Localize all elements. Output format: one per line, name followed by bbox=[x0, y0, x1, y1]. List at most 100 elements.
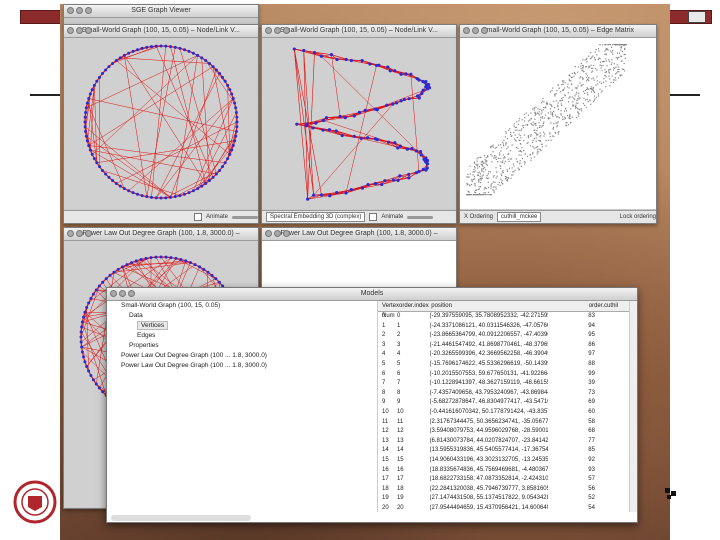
vertical-scrollbar[interactable] bbox=[629, 301, 637, 512]
tree-item[interactable]: Properties bbox=[107, 341, 275, 351]
table-row[interactable]: 8 8 (-7.4357409658, 43.7953240967, -43.869… bbox=[378, 389, 629, 399]
minimize-button[interactable] bbox=[76, 230, 83, 237]
table-row[interactable]: 15 15 (14.9060433196, 43.3023132705, -13.2… bbox=[378, 456, 629, 466]
matrix-cell bbox=[566, 122, 568, 124]
zoom-button[interactable] bbox=[85, 7, 92, 14]
tree-item[interactable]: Small-World Graph (100, 15, 0.05) bbox=[107, 301, 275, 311]
animate-checkbox[interactable] bbox=[193, 213, 202, 221]
table-row[interactable]: 18 18 (22.2841320038, 45.7946739777, 3.858… bbox=[378, 485, 629, 495]
table-row[interactable]: 14 14 (13.5955319836, 45.5405577414, -17.3… bbox=[378, 446, 629, 456]
close-button[interactable] bbox=[110, 290, 117, 297]
animate-label: Animate bbox=[205, 214, 228, 220]
window-titlebar[interactable]: Small-World Graph (100, 15, 0.05) – Node… bbox=[64, 25, 258, 38]
graph-vertex bbox=[114, 59, 118, 63]
minimize-button[interactable] bbox=[76, 7, 83, 14]
vertex-table[interactable]: Vertex Num order.index position order.cu… bbox=[377, 301, 629, 512]
tree-item[interactable]: Data bbox=[107, 311, 275, 321]
window-titlebar[interactable]: SGE Graph Viewer bbox=[64, 5, 258, 18]
table-row[interactable]: 11 11 (2.31767344475, 50.3656234741, -35.0… bbox=[378, 418, 629, 428]
window-titlebar[interactable]: Power Law Out Degree Graph (100, 1.8, 30… bbox=[64, 228, 258, 241]
table-row[interactable]: 10 10 (-0.441616070342, 50.1778791424, -43… bbox=[378, 408, 629, 418]
matrix-cell bbox=[532, 124, 534, 127]
close-button[interactable] bbox=[67, 7, 74, 14]
small-world-node-link-window[interactable]: Small-World Graph (100, 15, 0.05) – Node… bbox=[63, 24, 259, 224]
matrix-cell bbox=[570, 80, 572, 82]
table-row[interactable]: 17 17 (18.6822733158, 47.0873352814, -2.42… bbox=[378, 475, 629, 485]
minimize-button[interactable] bbox=[274, 27, 281, 34]
zoom-button[interactable] bbox=[481, 27, 488, 34]
close-button[interactable] bbox=[463, 27, 470, 34]
header-vertex-num[interactable]: Vertex Num bbox=[378, 301, 399, 319]
matrix-cell bbox=[583, 97, 585, 100]
matrix-cell bbox=[513, 171, 515, 173]
matrix-cell bbox=[562, 118, 564, 121]
matrix-canvas[interactable] bbox=[460, 38, 656, 209]
close-button[interactable] bbox=[67, 27, 74, 34]
matrix-cell bbox=[589, 100, 591, 102]
close-button[interactable] bbox=[67, 230, 74, 237]
table-row[interactable]: 12 12 (3.59408079753, 44.9596029768, -28.5… bbox=[378, 427, 629, 437]
zoom-slider[interactable] bbox=[407, 215, 434, 219]
minimize-button[interactable] bbox=[76, 27, 83, 34]
graph-vertex bbox=[88, 92, 92, 96]
models-window[interactable]: Models Small-World Graph (100, 15, 0.05)… bbox=[106, 287, 638, 523]
table-row[interactable]: 19 19 (27.1474431508, 55.1374517822, 9.054… bbox=[378, 494, 629, 504]
minimize-button[interactable] bbox=[274, 230, 281, 237]
model-tree[interactable]: Small-World Graph (100, 15, 0.05) Data Ver… bbox=[107, 301, 275, 512]
tree-item[interactable]: Power Law Out Degree Graph (100 ... 1.8,… bbox=[107, 351, 275, 361]
animate-checkbox[interactable] bbox=[369, 213, 378, 221]
zoom-button[interactable] bbox=[283, 230, 290, 237]
table-row[interactable]: 0 0 (-29.397559095, 35.7808952332, -42.271… bbox=[378, 312, 629, 322]
power-law-second-window[interactable]: Power Law Out Degree Graph (100, 1.8, 30… bbox=[261, 227, 457, 289]
graph-vertex bbox=[211, 65, 215, 69]
zoom-slider[interactable] bbox=[232, 215, 258, 219]
window-title: Small-World Graph (100, 15, 0.05) – Node… bbox=[280, 27, 438, 34]
graph-canvas[interactable] bbox=[64, 38, 258, 209]
tree-item[interactable]: Edges bbox=[107, 331, 275, 341]
tree-item[interactable]: Vertices bbox=[107, 321, 275, 331]
matrix-cell bbox=[542, 122, 544, 124]
graph-canvas[interactable] bbox=[262, 38, 456, 209]
window-titlebar[interactable]: Small-World Graph (100, 15, 0.05) – Node… bbox=[262, 25, 456, 38]
tree-item[interactable]: Power Law Out Degree Graph (100 ... 1.8,… bbox=[107, 361, 275, 371]
window-titlebar[interactable]: Models bbox=[107, 288, 637, 301]
graph-canvas[interactable] bbox=[262, 241, 456, 287]
window-titlebar[interactable]: Small-World Graph (100, 15, 0.05) – Edge… bbox=[460, 25, 656, 38]
table-row[interactable]: 1 1 (-24.3371086121, 40.0311546326, -47.05… bbox=[378, 322, 629, 332]
zoom-button[interactable] bbox=[85, 230, 92, 237]
table-row[interactable]: 3 3 (-21.4461547492, 41.8698770461, -48.37… bbox=[378, 341, 629, 351]
zoom-button[interactable] bbox=[283, 27, 290, 34]
matrix-cell bbox=[560, 110, 562, 112]
header-order-index[interactable]: order.index bbox=[399, 301, 431, 311]
table-row[interactable]: 4 4 (-20.3265599396, 42.3669562258, -46.39… bbox=[378, 350, 629, 360]
table-row[interactable]: 20 20 (27.9544494659, 15.4370956421, 14.60… bbox=[378, 504, 629, 512]
header-position[interactable]: position bbox=[431, 301, 548, 311]
matrix-cell bbox=[573, 75, 575, 77]
spectral-node-link-window[interactable]: Small-World Graph (100, 15, 0.05) – Node… bbox=[261, 24, 457, 224]
minimize-button[interactable] bbox=[472, 27, 479, 34]
table-row[interactable]: 16 16 (18.8335674836, 45.7569469681, -4.48… bbox=[378, 466, 629, 476]
matrix-cell bbox=[486, 164, 489, 166]
window-titlebar[interactable]: Power Law Out Degree Graph (100, 1.8, 30… bbox=[262, 228, 456, 241]
edge-matrix-window[interactable]: Small-World Graph (100, 15, 0.05) – Edge… bbox=[459, 24, 657, 224]
matrix-cell bbox=[582, 90, 585, 93]
close-button[interactable] bbox=[265, 27, 272, 34]
zoom-button[interactable] bbox=[128, 290, 135, 297]
table-row[interactable]: 13 13 (6.81430073784, 44.0207824707, -23.8… bbox=[378, 437, 629, 447]
table-row[interactable]: 9 9 (-5.68272878647, 46.8304977417, -43.54… bbox=[378, 398, 629, 408]
matrix-cell bbox=[588, 80, 590, 82]
ordering-select[interactable]: cuthill_mckee bbox=[497, 212, 542, 222]
table-row[interactable]: 5 5 (-15.7696174622, 45.5336296619, -50.14… bbox=[378, 360, 629, 370]
table-row[interactable]: 2 2 (-23.8665364799, 40.0912206557, -47.40… bbox=[378, 331, 629, 341]
header-order-cuthil[interactable]: order.cuthil bbox=[549, 301, 629, 311]
table-header: Vertex Num order.index position order.cu… bbox=[378, 301, 629, 319]
table-row[interactable]: 7 7 (-10.1228941397, 48.3627159119, -48.66… bbox=[378, 379, 629, 389]
close-button[interactable] bbox=[265, 230, 272, 237]
zoom-button[interactable] bbox=[85, 27, 92, 34]
table-row[interactable]: 6 6 (-10.2015507553, 59.677650131, -41.922… bbox=[378, 370, 629, 380]
matrix-cell bbox=[536, 130, 538, 132]
matrix-cell bbox=[507, 180, 509, 182]
layout-select[interactable]: Spectral Embedding 3D (complex) bbox=[266, 212, 366, 222]
minimize-button[interactable] bbox=[119, 290, 126, 297]
horizontal-scrollbar[interactable] bbox=[111, 515, 251, 521]
